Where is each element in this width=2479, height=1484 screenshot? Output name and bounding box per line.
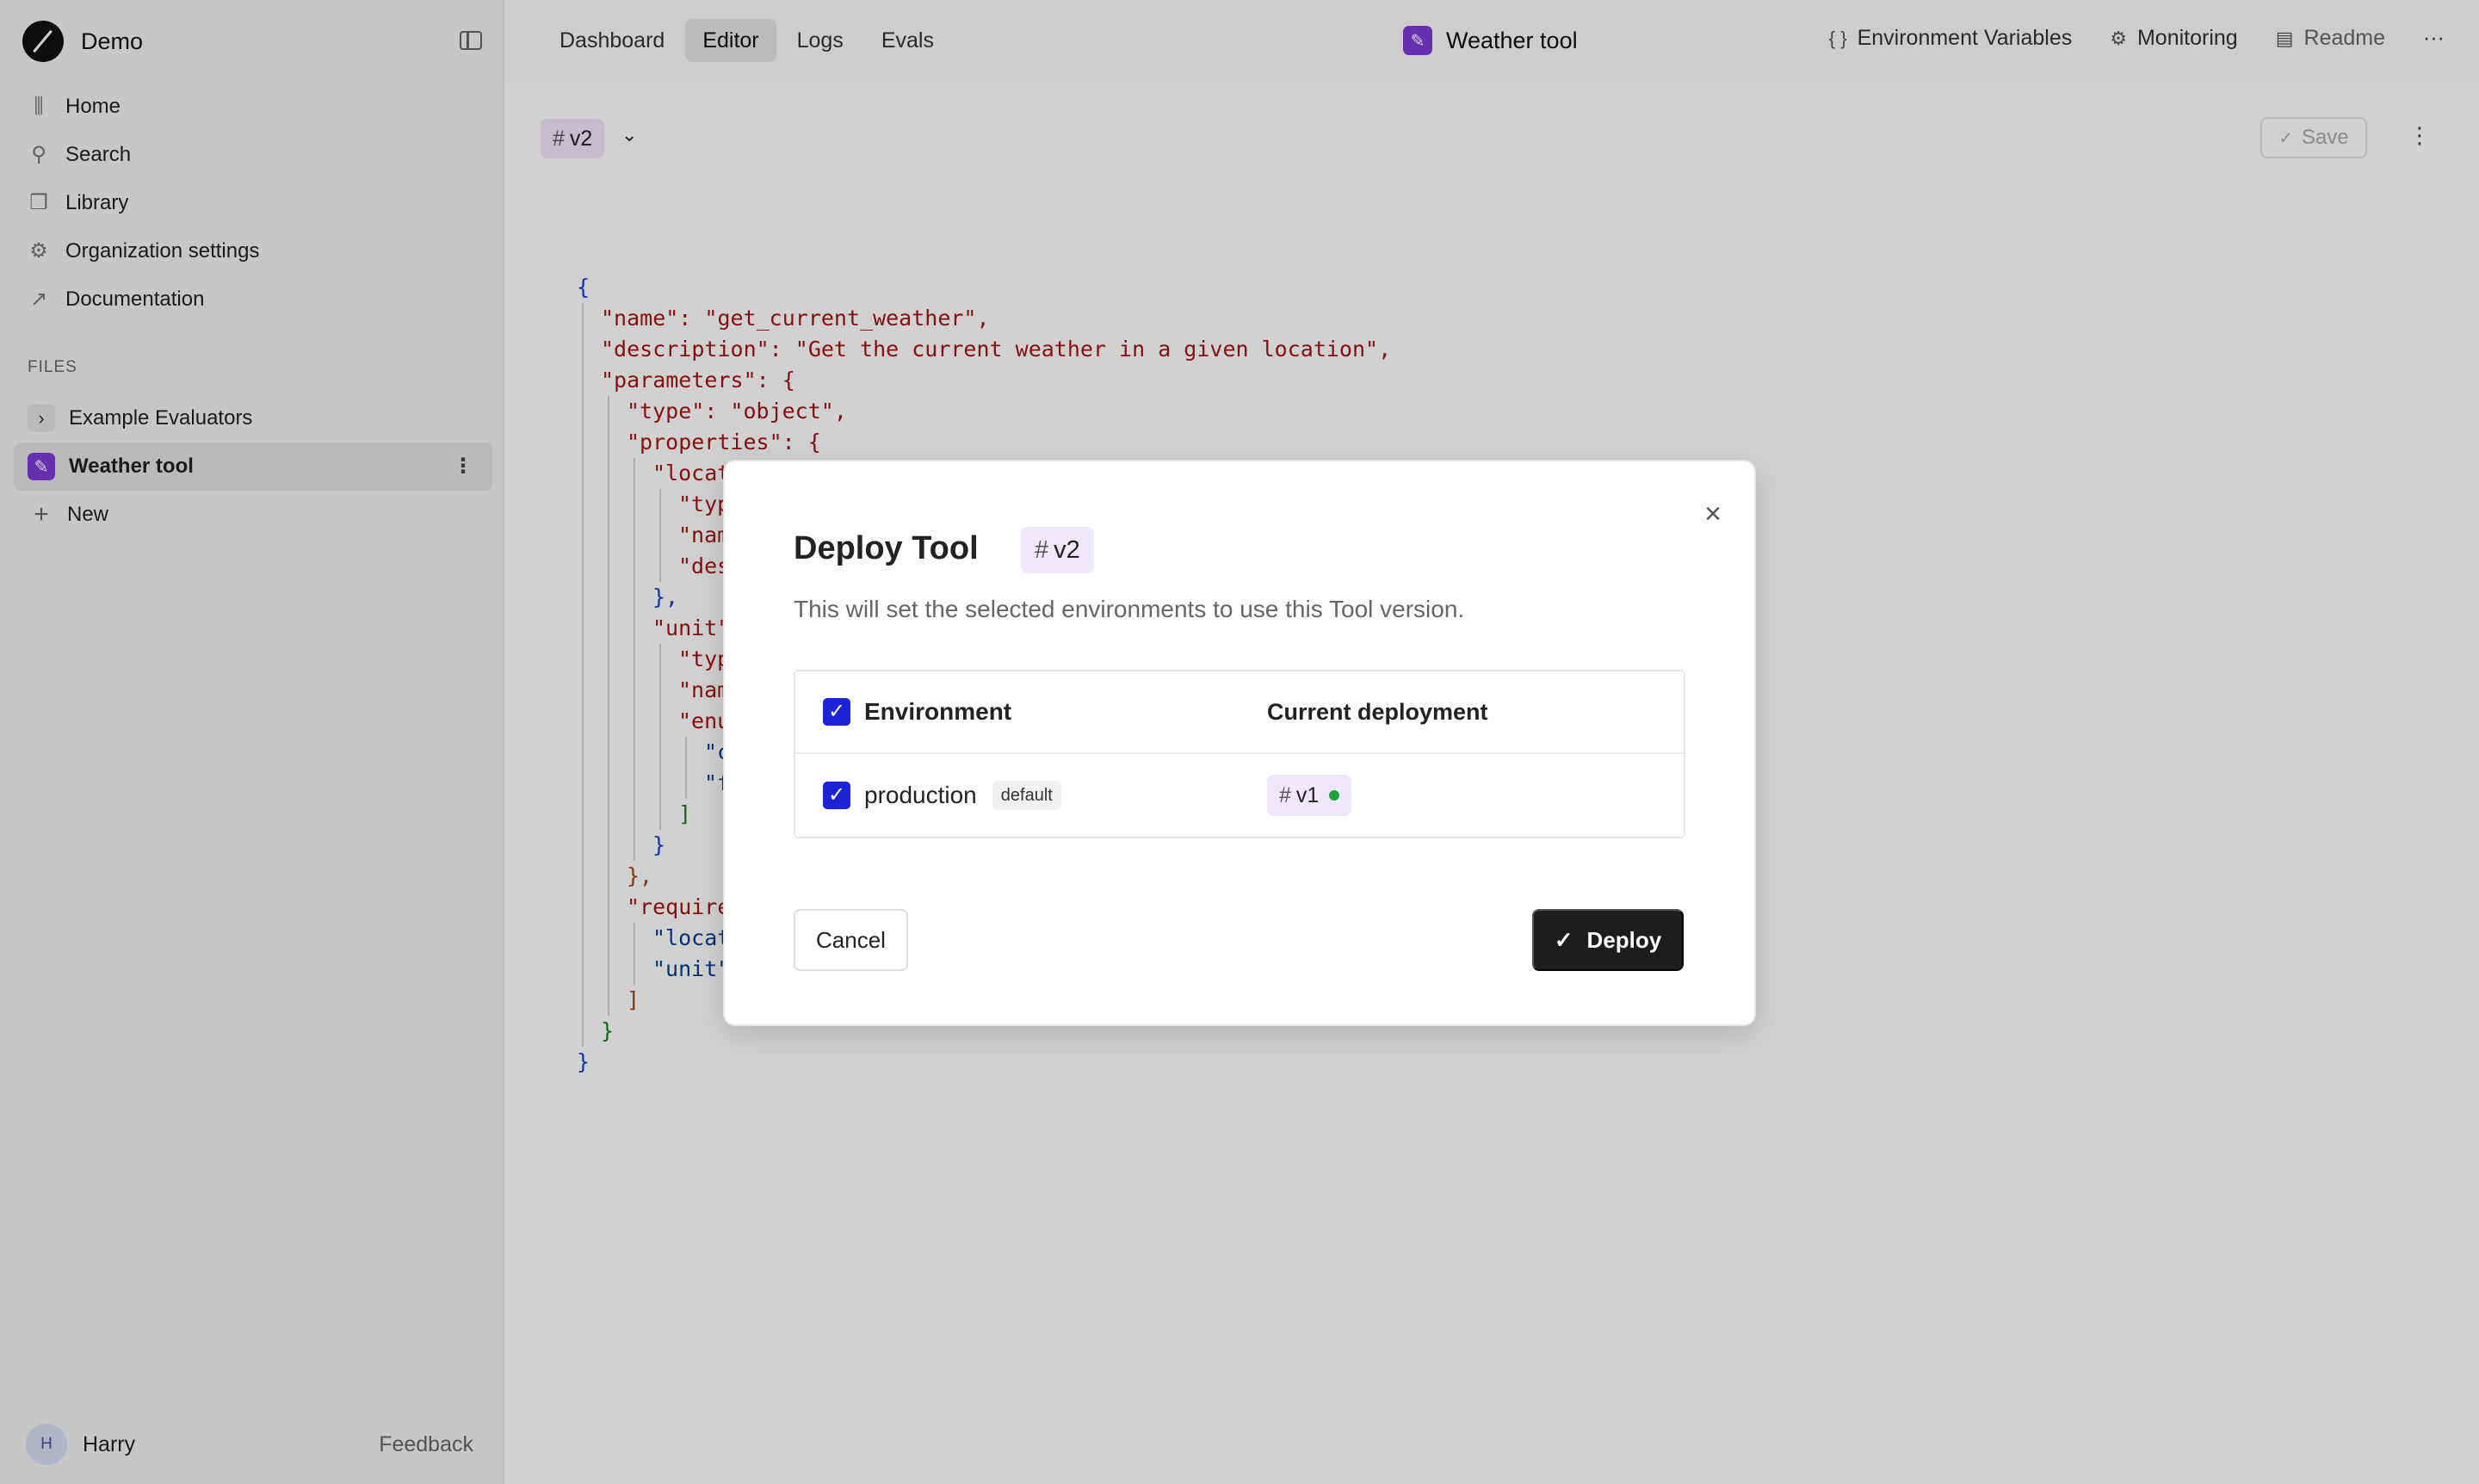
column-header-environment: Environment	[864, 698, 1012, 725]
select-all-checkbox[interactable]: ✓	[823, 698, 850, 726]
status-dot-icon	[1329, 790, 1340, 801]
deploy-tool-dialog: × Deploy Tool # v2 This will set the sele…	[723, 460, 1756, 1026]
environment-name: production default	[864, 781, 1061, 810]
dialog-version-label: v2	[1054, 536, 1080, 564]
environment-label: production	[864, 782, 977, 808]
dialog-title: Deploy Tool	[794, 530, 979, 566]
column-header-current-deployment: Current deployment	[1267, 698, 1488, 725]
deploy-label: Deploy	[1586, 926, 1662, 953]
current-deployment: # v1	[1267, 775, 1352, 816]
deploy-button[interactable]: ✓ Deploy	[1532, 909, 1684, 971]
deployed-version-label: v1	[1295, 783, 1320, 807]
deployed-version-chip: # v1	[1267, 775, 1352, 816]
environment-table: ✓ Environment Current deployment ✓ produ…	[794, 670, 1685, 838]
hash-icon: #	[1035, 536, 1049, 564]
table-header-row: ✓ Environment Current deployment	[795, 671, 1684, 754]
dialog-version-chip: # v2	[1021, 527, 1094, 573]
environment-checkbox-production[interactable]: ✓	[823, 782, 850, 809]
cancel-button[interactable]: Cancel	[794, 909, 908, 971]
dialog-description: This will set the selected environments …	[794, 596, 1465, 622]
close-icon[interactable]: ×	[1704, 499, 1722, 529]
table-row: ✓ production default # v1	[795, 754, 1684, 837]
check-icon: ✓	[1554, 926, 1573, 953]
default-badge: default	[992, 781, 1061, 810]
hash-icon: #	[1279, 783, 1291, 807]
